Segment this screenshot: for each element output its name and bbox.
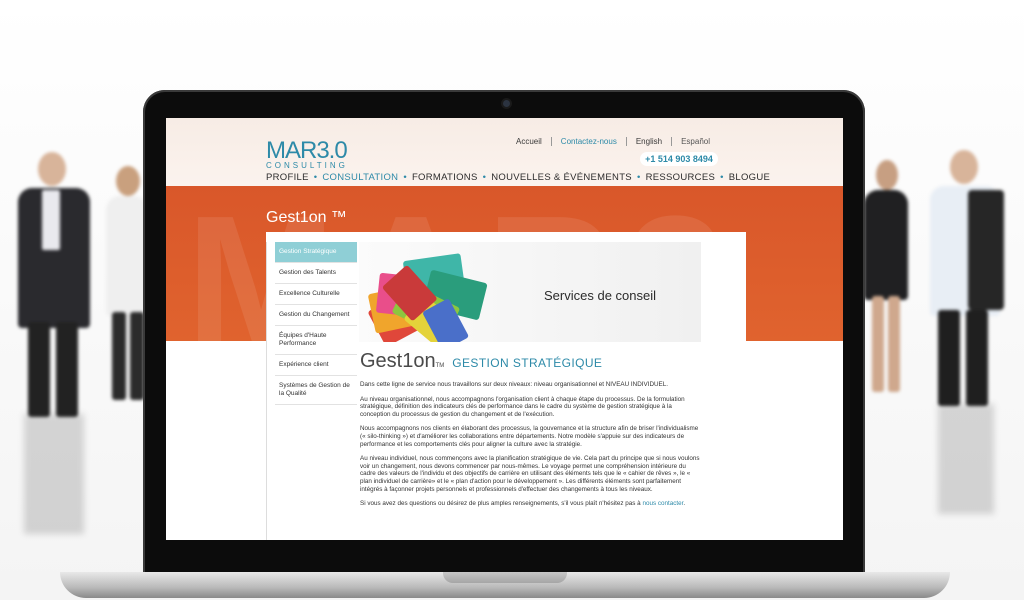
service-banner: Services de conseil — [359, 242, 701, 342]
sidebar-item-equipes[interactable]: Équipes d'Haute Performance — [275, 326, 357, 355]
nav-separator: • — [720, 172, 724, 183]
paragraph: Nous accompagnons nos clients en élabora… — [360, 425, 699, 448]
phone-number[interactable]: +1 514 903 8494 — [640, 152, 718, 166]
sidebar-item-gestion-talents[interactable]: Gestion des Talents — [275, 263, 357, 284]
section-heading: Gest1on TM GESTION STRATÉGIQUE — [360, 350, 602, 373]
banner-caption: Services de conseil — [544, 288, 656, 303]
nav-separator: • — [403, 172, 407, 183]
sidebar-item-experience-client[interactable]: Expérience client — [275, 355, 357, 376]
nav-formations[interactable]: FORMATIONS — [412, 172, 478, 183]
nav-separator: • — [482, 172, 487, 183]
link-contact[interactable]: Contactez-nous — [552, 137, 627, 146]
link-accueil[interactable]: Accueil — [507, 137, 552, 146]
nav-separator: • — [313, 172, 318, 183]
closing-paragraph: Si vous avez des questions ou désirez de… — [360, 500, 702, 508]
webcam-icon — [503, 100, 510, 107]
trademark: TM — [435, 363, 445, 369]
nav-ressources[interactable]: RESSOURCES — [646, 172, 716, 183]
page-title: Gest1on ™ — [266, 209, 347, 226]
closing-text: Si vous avez des questions ou désirez de… — [360, 500, 643, 508]
section-body: Dans cette ligne de service nous travail… — [360, 381, 702, 515]
nav-consultation[interactable]: CONSULTATION — [322, 172, 398, 183]
sidebar-divider — [266, 242, 267, 540]
section-title: GESTION STRATÉGIQUE — [452, 356, 603, 370]
person-figure — [924, 150, 1006, 514]
content-panel: Gestion Stratégique Gestion des Talents … — [266, 232, 746, 540]
nav-nouvelles[interactable]: NOUVELLES & ÉVÉNEMENTS — [491, 172, 632, 183]
laptop-mockup-scene: MAR3 MAR3.0 CONSULTING Accueil Contactez… — [0, 0, 1024, 600]
sidebar-item-systemes-qualite[interactable]: Systèmes de Gestion de la Qualité — [275, 376, 357, 405]
nav-blogue[interactable]: BLOGUE — [729, 172, 770, 183]
paragraph: Au niveau organisationnel, nous accompag… — [360, 395, 685, 418]
sidebar-item-gestion-changement[interactable]: Gestion du Changement — [275, 305, 357, 326]
main-nav: PROFILE • CONSULTATION • FORMATIONS • NO… — [266, 172, 770, 183]
laptop-notch — [443, 572, 567, 583]
site-logo[interactable]: MAR3.0 CONSULTING — [266, 137, 348, 170]
logo-sub: CONSULTING — [266, 161, 348, 170]
top-links: Accueil Contactez-nous English Español — [507, 137, 719, 146]
sidebar-item-gestion-strategique[interactable]: Gestion Stratégique — [275, 242, 357, 263]
paragraph: Au niveau individuel, nous commençons av… — [360, 455, 700, 493]
sidebar: Gestion Stratégique Gestion des Talents … — [275, 242, 357, 405]
person-figure — [14, 152, 94, 534]
sidebar-item-excellence-culturelle[interactable]: Excellence Culturelle — [275, 284, 357, 305]
contact-link[interactable]: nous contacter — [642, 500, 683, 507]
section-brand: Gest1on — [360, 350, 436, 372]
person-figure — [862, 160, 910, 400]
link-english[interactable]: English — [627, 137, 673, 146]
nav-profile[interactable]: PROFILE — [266, 172, 309, 183]
closing-end: . — [683, 500, 686, 508]
website-screen: MAR3 MAR3.0 CONSULTING Accueil Contactez… — [166, 118, 843, 540]
link-espanol[interactable]: Español — [672, 137, 719, 146]
paragraph: Dans cette ligne de service nous travail… — [360, 381, 669, 388]
nav-separator: • — [636, 172, 641, 183]
